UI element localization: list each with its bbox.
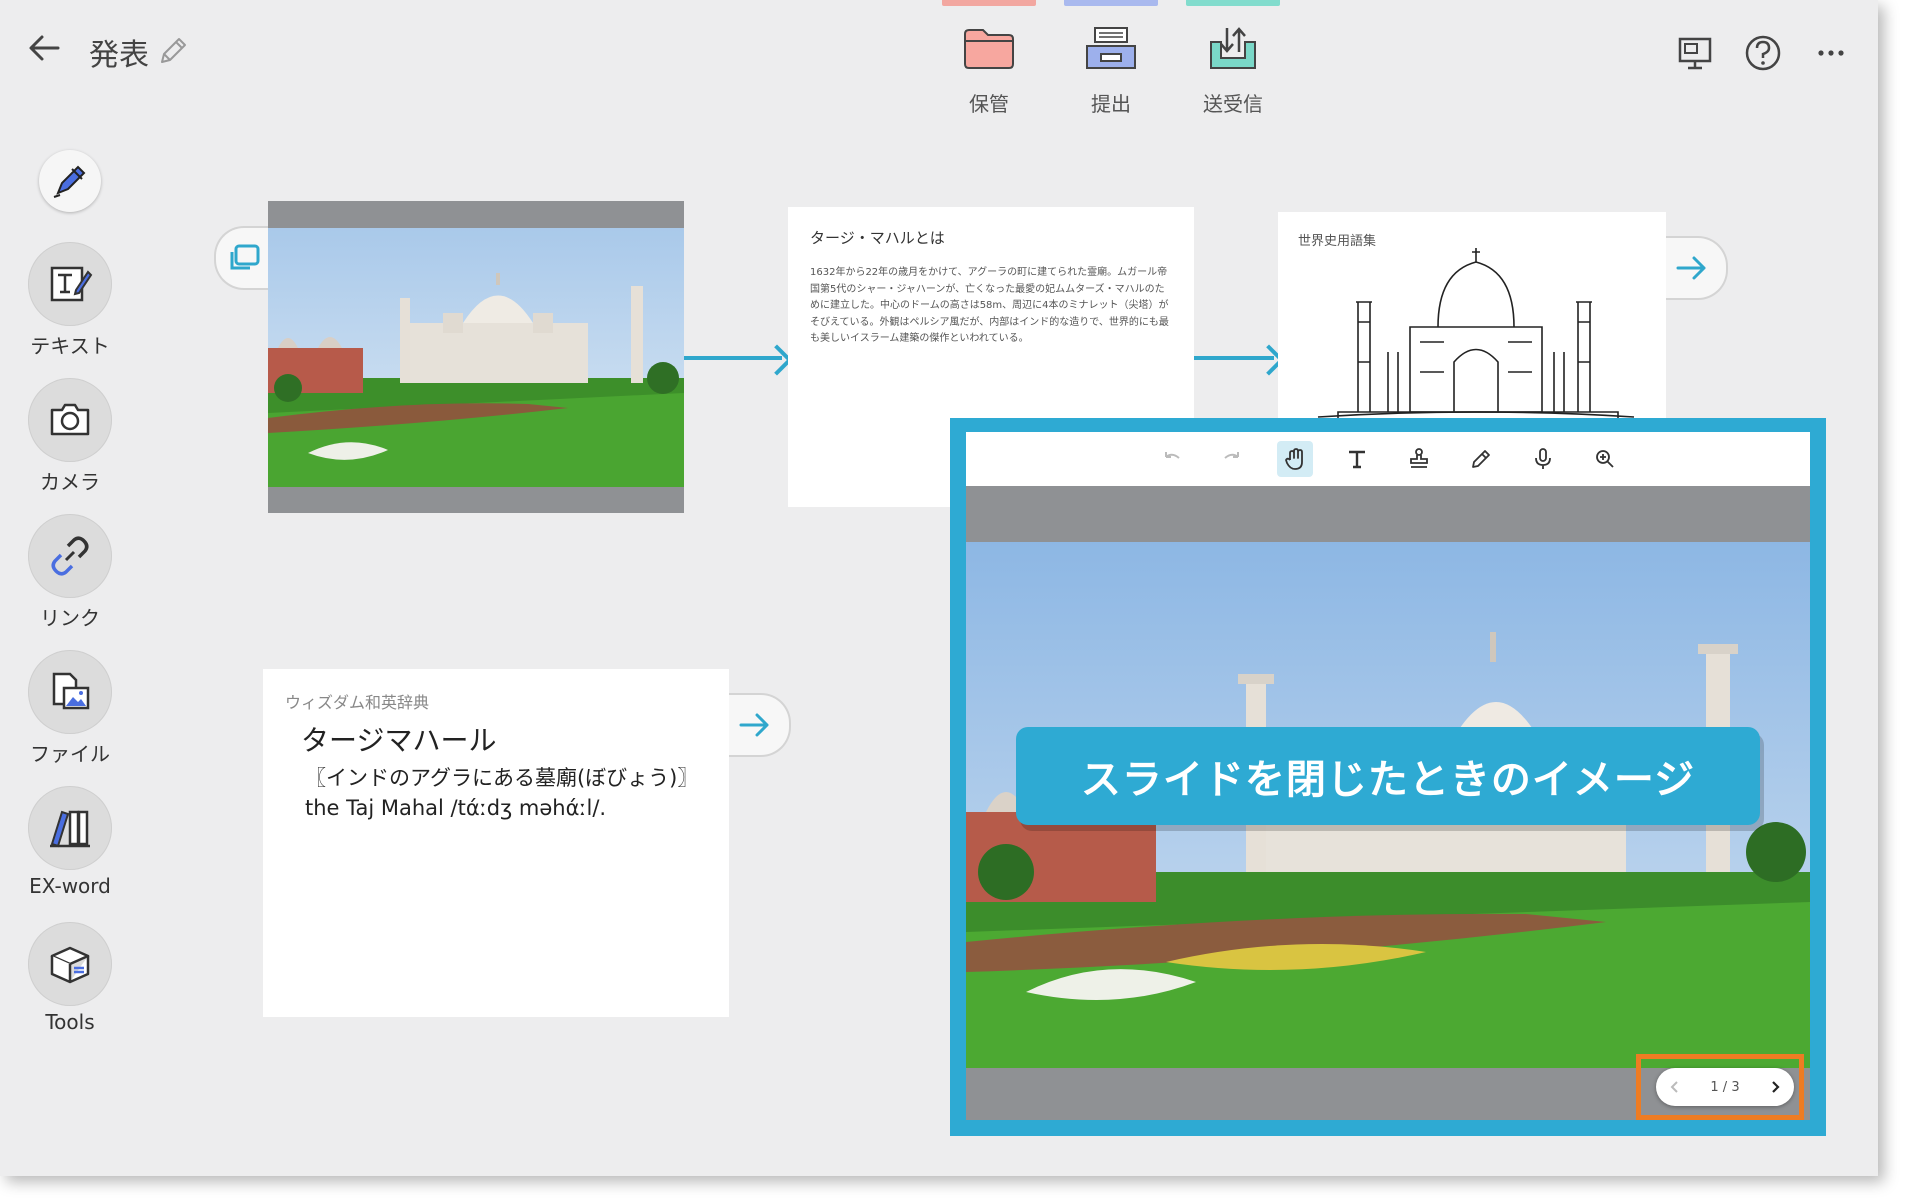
viewer-toolbar — [966, 432, 1810, 486]
submit-color-bar — [1064, 0, 1158, 6]
send-receive-button[interactable]: 送受信 — [1172, 0, 1294, 117]
sidebar-label-link: リンク — [40, 606, 100, 630]
page-title: 発表 — [89, 38, 149, 73]
sidebar-item-tools[interactable]: Tools — [18, 922, 122, 1038]
pencil-icon[interactable] — [1463, 441, 1499, 477]
card-connector-tab[interactable] — [214, 226, 276, 290]
submit-label: 提出 — [1091, 92, 1131, 116]
text-icon — [28, 242, 112, 326]
sidebar-item-pen[interactable] — [18, 150, 122, 212]
sidebar-item-camera[interactable]: カメラ — [18, 378, 122, 494]
sidebar-label-text: テキスト — [30, 334, 110, 358]
camera-icon — [28, 378, 112, 462]
pen-icon — [39, 150, 101, 212]
text-tool-icon[interactable] — [1339, 441, 1375, 477]
stamp-icon[interactable] — [1401, 441, 1437, 477]
back-arrow-icon[interactable] — [24, 28, 64, 68]
sketch-next-tab[interactable] — [1666, 236, 1728, 300]
undo-icon[interactable] — [1153, 441, 1189, 477]
link-icon — [28, 514, 112, 598]
submit-button[interactable]: 提出 — [1050, 0, 1172, 117]
dictionary-card[interactable]: ウィズダム和英辞典 タージマハール 〖インドのアグラにある墓廟(ぼびょう)〗 t… — [263, 669, 729, 1017]
header-right-icons — [1672, 30, 1854, 76]
page-indicator: 1 / 3 — [1710, 1079, 1740, 1095]
sidebar-item-link[interactable]: リンク — [18, 514, 122, 630]
dictionary-definition: 〖インドのアグラにある墓廟(ぼびょう)〗 the Taj Mahal /tάːd… — [305, 766, 699, 820]
dictionary-source: ウィズダム和英辞典 — [285, 693, 430, 712]
storage-label: 保管 — [969, 92, 1009, 116]
file-icon — [28, 650, 112, 734]
storage-color-bar — [942, 0, 1036, 6]
edit-title-pencil-icon[interactable] — [156, 34, 190, 68]
help-icon[interactable] — [1740, 30, 1786, 76]
tools-box-icon — [28, 922, 112, 1006]
mic-icon[interactable] — [1525, 441, 1561, 477]
presentation-icon[interactable] — [1672, 30, 1718, 76]
app-window: 発表 保管 提出 送受信 テキスト カメラ リンク ファイル EX-word T… — [0, 0, 1878, 1176]
send-receive-color-bar — [1186, 0, 1280, 6]
sidebar-label-exword: EX-word — [29, 874, 111, 898]
slide-closed-banner: スライドを閉じたときのイメージ — [1016, 727, 1760, 825]
sidebar-item-text[interactable]: テキスト — [18, 242, 122, 358]
next-page-chevron-icon[interactable] — [1756, 1068, 1794, 1106]
hand-icon[interactable] — [1277, 441, 1313, 477]
redo-icon[interactable] — [1215, 441, 1251, 477]
sidebar-label-camera: カメラ — [40, 470, 100, 494]
send-receive-label: 送受信 — [1203, 92, 1263, 116]
text-card-title: タージ・マハルとは — [810, 229, 945, 247]
dictionary-next-tab[interactable] — [729, 693, 791, 757]
text-card-body: 1632年から22年の歳月をかけて、アグーラの町に建てられた霊廟。ムガール帝国第… — [810, 267, 1169, 344]
taj-mahal-photo — [268, 228, 684, 487]
books-icon — [28, 786, 112, 870]
folder-icon — [961, 24, 1017, 74]
taj-mahal-sketch — [1317, 248, 1635, 425]
storage-button[interactable]: 保管 — [928, 0, 1050, 117]
sidebar-label-tools: Tools — [45, 1010, 95, 1034]
sidebar: テキスト カメラ リンク ファイル EX-word Tools — [18, 150, 122, 1058]
tray-icon — [1083, 24, 1139, 74]
zoom-icon[interactable] — [1587, 441, 1623, 477]
sidebar-item-exword[interactable]: EX-word — [18, 786, 122, 902]
top-toolbar: 保管 提出 送受信 — [928, 0, 1294, 117]
photo-card[interactable] — [268, 201, 684, 513]
exchange-icon — [1205, 24, 1261, 74]
dictionary-headword: タージマハール — [301, 724, 497, 757]
sidebar-label-file: ファイル — [30, 742, 110, 766]
more-icon[interactable] — [1808, 30, 1854, 76]
sidebar-item-file[interactable]: ファイル — [18, 650, 122, 766]
sketch-card[interactable]: 世界史用語集 — [1278, 212, 1666, 428]
slide-pager: 1 / 3 — [1656, 1068, 1794, 1106]
prev-page-chevron-icon[interactable] — [1656, 1068, 1694, 1106]
